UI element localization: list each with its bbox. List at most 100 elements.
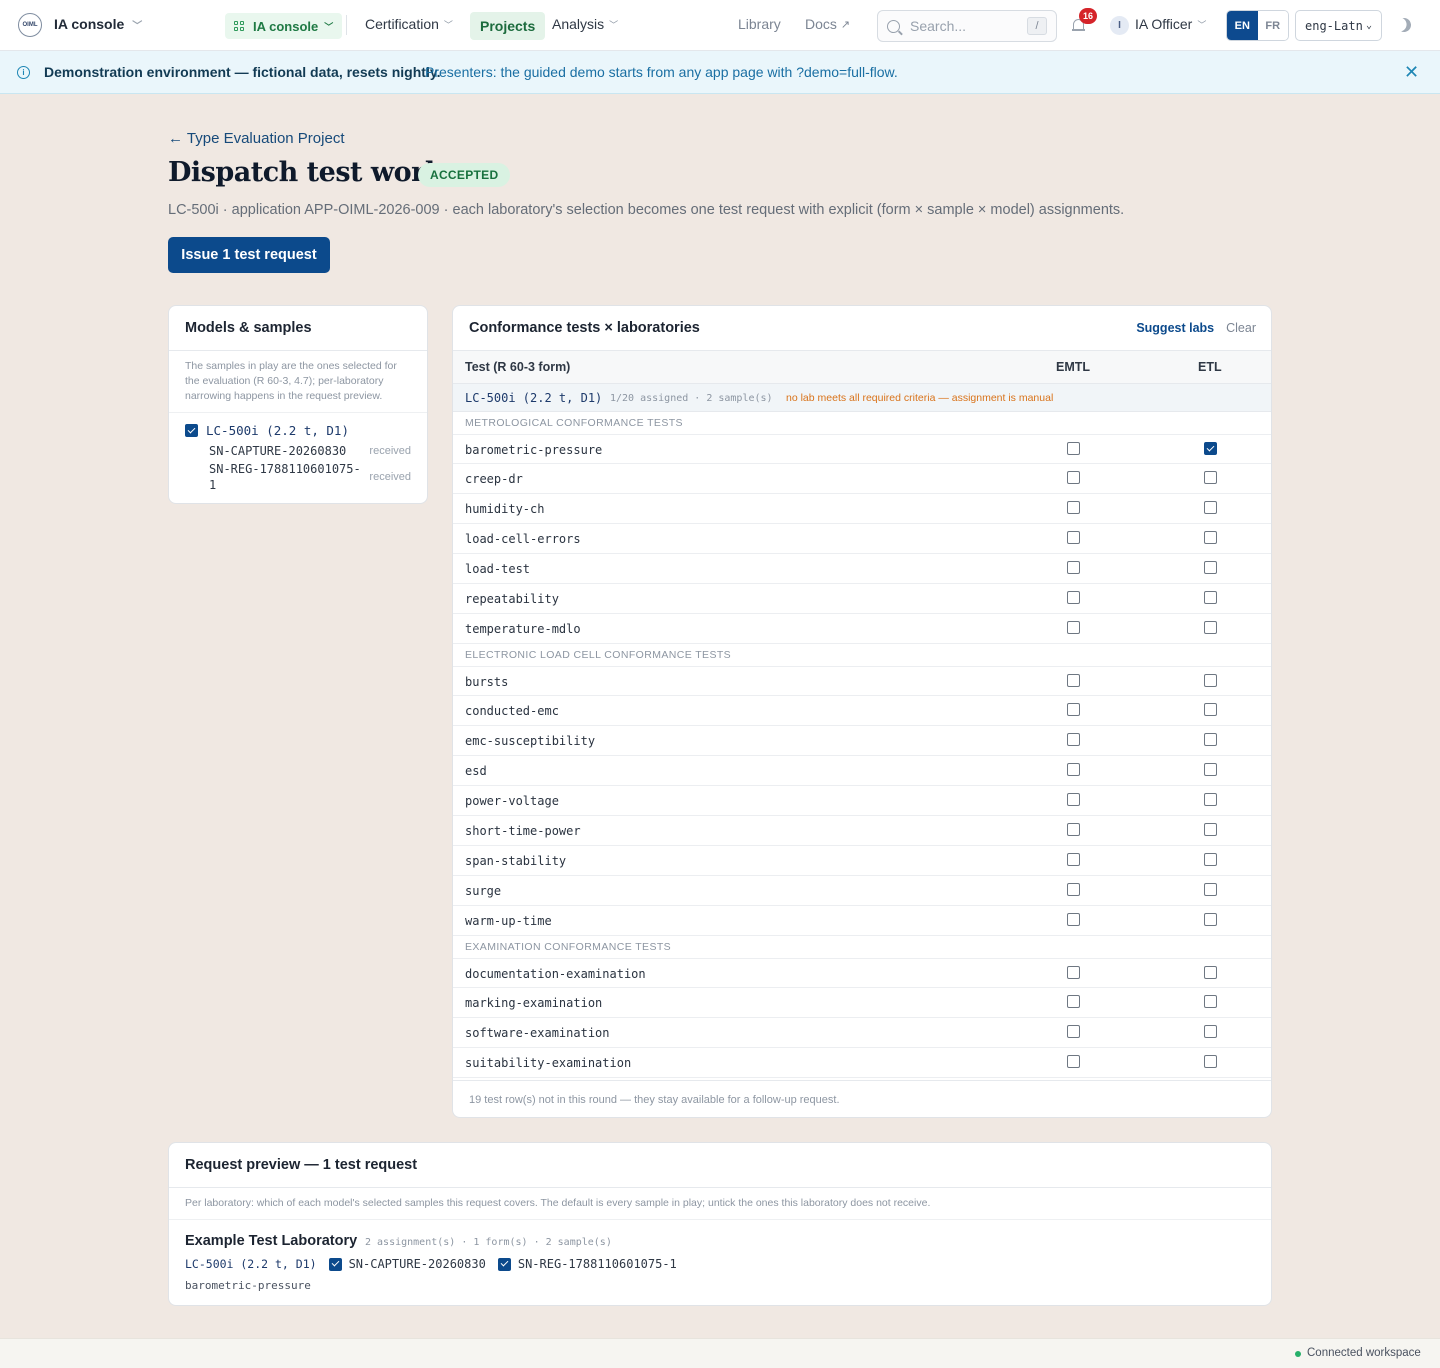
assign-emtl-checkbox[interactable] bbox=[1067, 733, 1080, 746]
assign-etl-checkbox[interactable] bbox=[1204, 883, 1217, 896]
nav-divider bbox=[346, 15, 347, 35]
test-name: marking-examination bbox=[465, 996, 603, 1010]
lang-fr-button[interactable]: FR bbox=[1257, 11, 1288, 40]
suggest-labs-button[interactable]: Suggest labs bbox=[1136, 321, 1214, 335]
assign-etl-checkbox[interactable] bbox=[1204, 531, 1217, 544]
model-checkbox[interactable] bbox=[185, 424, 198, 437]
status-badge: ACCEPTED bbox=[418, 163, 511, 187]
assign-etl-checkbox[interactable] bbox=[1204, 703, 1217, 716]
assign-emtl-checkbox[interactable] bbox=[1067, 1055, 1080, 1068]
assign-emtl-checkbox[interactable] bbox=[1067, 1025, 1080, 1038]
matrix-actions: Suggest labs Clear bbox=[1136, 321, 1256, 335]
nav-docs[interactable]: Docs ↗ bbox=[805, 16, 850, 32]
demo-banner: i Demonstration environment — fictional … bbox=[0, 51, 1440, 94]
clear-button[interactable]: Clear bbox=[1226, 321, 1256, 335]
assign-emtl-checkbox[interactable] bbox=[1067, 442, 1080, 455]
preview-title: Request preview — 1 test request bbox=[169, 1143, 1271, 1188]
chevron-down-icon: ⌄ bbox=[1365, 20, 1372, 31]
nav-analysis[interactable]: Analysis ﹀ bbox=[552, 16, 618, 32]
assign-etl-checkbox[interactable] bbox=[1204, 471, 1217, 484]
script-select[interactable]: eng-Latn ⌄ bbox=[1295, 10, 1382, 41]
preview-test: barometric-pressure bbox=[185, 1279, 311, 1292]
test-group-label: EXAMINATION CONFORMANCE TESTS bbox=[465, 941, 672, 953]
assign-emtl-checkbox[interactable] bbox=[1067, 531, 1080, 544]
test-name: software-examination bbox=[465, 1026, 610, 1040]
assign-emtl-checkbox[interactable] bbox=[1067, 995, 1080, 1008]
avatar[interactable]: I bbox=[1110, 16, 1129, 35]
banner-message: Presenters: the guided demo starts from … bbox=[425, 64, 898, 80]
language-toggle: EN FR bbox=[1226, 10, 1289, 41]
assign-etl-checkbox[interactable] bbox=[1204, 501, 1217, 514]
assign-etl-checkbox[interactable] bbox=[1204, 763, 1217, 776]
assign-emtl-checkbox[interactable] bbox=[1067, 793, 1080, 806]
preview-note: Per laboratory: which of each model's se… bbox=[169, 1188, 1271, 1220]
assign-emtl-checkbox[interactable] bbox=[1067, 883, 1080, 896]
assign-etl-checkbox[interactable] bbox=[1204, 1025, 1217, 1038]
assign-etl-checkbox[interactable] bbox=[1204, 674, 1217, 687]
app-switcher[interactable]: IA console ﹀ bbox=[54, 16, 142, 32]
assign-emtl-checkbox[interactable] bbox=[1067, 501, 1080, 514]
test-row: esd bbox=[453, 756, 1271, 786]
assign-etl-checkbox[interactable] bbox=[1204, 621, 1217, 634]
lang-en-button[interactable]: EN bbox=[1227, 11, 1258, 40]
search-input[interactable]: Search... / bbox=[877, 10, 1057, 42]
assign-emtl-checkbox[interactable] bbox=[1067, 913, 1080, 926]
assign-etl-checkbox[interactable] bbox=[1204, 793, 1217, 806]
nav-projects[interactable]: Projects bbox=[470, 12, 546, 40]
brand-label: IA console bbox=[54, 16, 125, 32]
assign-emtl-checkbox[interactable] bbox=[1067, 823, 1080, 836]
issue-request-button[interactable]: Issue 1 test request bbox=[168, 237, 330, 273]
assign-etl-checkbox[interactable] bbox=[1204, 1055, 1217, 1068]
test-row: suitability-examination bbox=[453, 1048, 1271, 1078]
sample-checkbox[interactable] bbox=[497, 1257, 511, 1271]
assign-etl-checkbox[interactable] bbox=[1204, 913, 1217, 926]
test-name: bursts bbox=[465, 675, 509, 689]
close-icon[interactable]: ✕ bbox=[1404, 62, 1419, 83]
assign-etl-checkbox[interactable] bbox=[1204, 966, 1217, 979]
assign-etl-checkbox[interactable] bbox=[1204, 823, 1217, 836]
model-meta: 1/20 assigned · 2 sample(s) bbox=[610, 393, 773, 404]
sample-status: received bbox=[369, 471, 411, 483]
assign-etl-checkbox[interactable] bbox=[1204, 591, 1217, 604]
assign-etl-checkbox[interactable] bbox=[1204, 995, 1217, 1008]
assign-emtl-checkbox[interactable] bbox=[1067, 561, 1080, 574]
test-name: short-time-power bbox=[465, 824, 581, 838]
test-group-label: METROLOGICAL CONFORMANCE TESTS bbox=[465, 417, 683, 429]
back-link[interactable]: ← Type Evaluation Project bbox=[168, 130, 344, 147]
sample-checkbox[interactable] bbox=[328, 1257, 342, 1271]
user-menu[interactable]: IA Officer ﹀ bbox=[1135, 16, 1206, 32]
assign-emtl-checkbox[interactable] bbox=[1067, 674, 1080, 687]
test-row: warm-up-time bbox=[453, 906, 1271, 936]
assign-etl-checkbox[interactable] bbox=[1204, 442, 1217, 455]
assign-etl-checkbox[interactable] bbox=[1204, 561, 1217, 574]
assign-emtl-checkbox[interactable] bbox=[1067, 471, 1080, 484]
test-name: load-test bbox=[465, 562, 531, 576]
test-name: humidity-ch bbox=[465, 502, 545, 516]
test-row: span-stability bbox=[453, 846, 1271, 876]
test-name: conducted-emc bbox=[465, 704, 559, 718]
assign-emtl-checkbox[interactable] bbox=[1067, 703, 1080, 716]
assign-emtl-checkbox[interactable] bbox=[1067, 966, 1080, 979]
nav-library[interactable]: Library bbox=[738, 16, 781, 32]
search-placeholder: Search... bbox=[910, 18, 967, 34]
workspace-switcher[interactable]: IA console ﹀ bbox=[225, 13, 343, 39]
moon-icon[interactable] bbox=[1395, 16, 1413, 34]
test-name: warm-up-time bbox=[465, 914, 552, 928]
assign-emtl-checkbox[interactable] bbox=[1067, 591, 1080, 604]
assign-etl-checkbox[interactable] bbox=[1204, 853, 1217, 866]
nav-certification[interactable]: Certification ﹀ bbox=[365, 16, 453, 32]
sample-status: received bbox=[369, 445, 411, 457]
assign-emtl-checkbox[interactable] bbox=[1067, 853, 1080, 866]
oiml-logo[interactable]: OIML bbox=[18, 13, 42, 37]
test-row: power-voltage bbox=[453, 786, 1271, 816]
test-name: power-voltage bbox=[465, 794, 559, 808]
assign-emtl-checkbox[interactable] bbox=[1067, 763, 1080, 776]
model-name: LC-500i (2.2 t, D1) bbox=[465, 391, 603, 405]
test-name: load-cell-errors bbox=[465, 532, 581, 546]
test-row: creep-dr bbox=[453, 464, 1271, 494]
assign-etl-checkbox[interactable] bbox=[1204, 733, 1217, 746]
test-row: load-test bbox=[453, 554, 1271, 584]
model-item[interactable]: LC-500i (2.2 t, D1) bbox=[185, 423, 349, 438]
assign-emtl-checkbox[interactable] bbox=[1067, 621, 1080, 634]
test-name: repeatability bbox=[465, 592, 559, 606]
